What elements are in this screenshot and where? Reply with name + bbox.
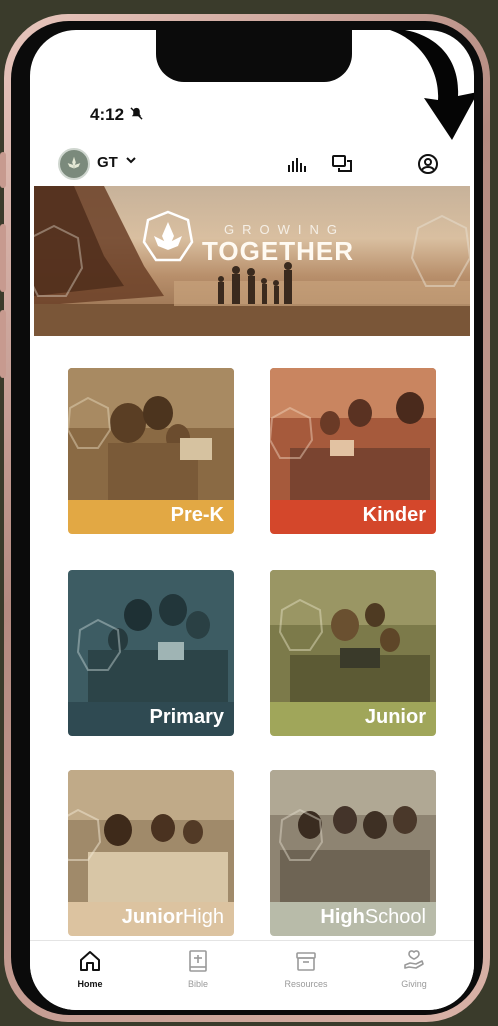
tile-primary[interactable]: Primary: [68, 570, 234, 736]
tile-kinder[interactable]: Kinder: [270, 368, 436, 534]
teens-group-photo: [270, 770, 436, 902]
nav-label: Giving: [401, 979, 427, 989]
tile-label-bar: Kinder: [270, 500, 436, 534]
archive-icon: [296, 952, 316, 971]
tile-label-bold: Junior: [121, 906, 183, 928]
tile-label-regular: School: [364, 906, 426, 928]
tile-label-bar: Pre-K: [68, 500, 234, 534]
volume-up-button: [0, 224, 6, 292]
tile-label-bar: JuniorHigh: [68, 902, 234, 936]
tile-label-bar: Primary: [68, 702, 234, 736]
tile-junior[interactable]: Junior: [270, 570, 436, 736]
tile-label: Junior: [364, 706, 426, 728]
kids-reading-photo: [68, 770, 234, 902]
status-time: 4:12: [90, 105, 125, 124]
nav-resources[interactable]: Resources: [266, 949, 346, 997]
tile-label: JuniorHigh: [122, 906, 224, 929]
family-couch-photo: [270, 368, 436, 500]
hero-banner: GROWING TOGETHER: [34, 186, 470, 336]
tile-label: Pre-K: [170, 504, 224, 526]
tile-label-bold: High: [320, 906, 365, 928]
tile-label-regular: High: [182, 906, 224, 928]
nav-label: Resources: [284, 979, 328, 989]
nav-giving[interactable]: Giving: [374, 949, 454, 997]
bottom-nav: Home Bible Resources Giving: [30, 940, 474, 1010]
org-avatar[interactable]: [58, 148, 90, 180]
volume-down-button: [0, 310, 6, 378]
family-laptop-photo: [270, 570, 436, 702]
banner-title: TOGETHER: [202, 236, 354, 266]
banner-title-small: GROWING: [224, 222, 345, 237]
tile-label: Primary: [149, 706, 225, 728]
app-screen: 4:12 GT GROWING TOGETHER Pre-K Kinder Pr…: [30, 30, 474, 1010]
home-icon: [80, 951, 100, 971]
mute-switch: [0, 152, 6, 188]
nav-label: Home: [77, 979, 103, 989]
tile-label: Kinder: [362, 504, 426, 526]
org-logo-icon: [67, 156, 81, 169]
family-tablet-photo: [68, 570, 234, 702]
chat-icon[interactable]: [330, 152, 354, 176]
tile-pre-k[interactable]: Pre-K: [68, 368, 234, 534]
family-reading-photo: [68, 368, 234, 500]
tile-label-bar: Junior: [270, 702, 436, 736]
bell-slash-icon: [130, 107, 143, 123]
tile-junior-high[interactable]: JuniorHigh: [68, 770, 234, 936]
tile-label-bar: HighSchool: [270, 902, 436, 936]
activity-icon[interactable]: [286, 152, 310, 176]
tile-high-school[interactable]: HighSchool: [270, 770, 436, 936]
notch: [156, 30, 352, 82]
giving-icon: [404, 950, 424, 969]
tile-label: HighSchool: [320, 906, 426, 929]
org-name[interactable]: GT: [97, 154, 118, 171]
chevron-down-icon[interactable]: [125, 154, 137, 169]
nav-home[interactable]: Home: [50, 949, 130, 997]
arrow-pointer-icon: [390, 30, 474, 140]
nav-bible[interactable]: Bible: [158, 949, 238, 997]
bible-icon: [189, 950, 207, 972]
nav-label: Bible: [187, 979, 208, 989]
